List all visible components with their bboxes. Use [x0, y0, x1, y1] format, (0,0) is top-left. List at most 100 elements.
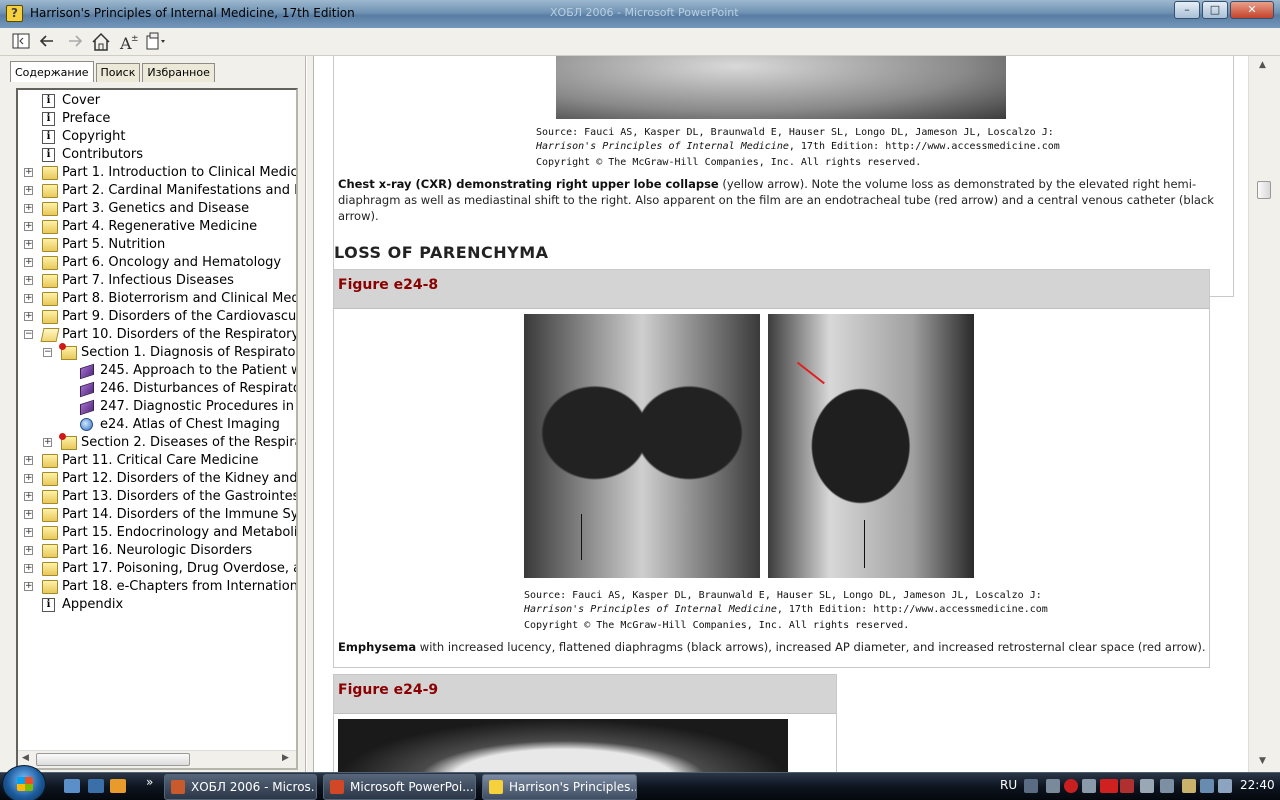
tree-item[interactable]: + Part 18. e-Chapters from International …	[18, 578, 296, 596]
pane-splitter[interactable]	[306, 56, 314, 772]
expand-icon[interactable]: +	[24, 582, 33, 591]
taskbar-button[interactable]: ХОБЛ 2006 - Micros...	[164, 774, 317, 800]
expand-icon[interactable]: +	[24, 546, 33, 555]
tree-item[interactable]: + Part 6. Oncology and Hematology	[18, 254, 296, 272]
forward-icon[interactable]	[64, 31, 86, 53]
expand-icon[interactable]: +	[24, 258, 33, 267]
scroll-up-icon[interactable]: ▲	[1259, 60, 1266, 70]
options-icon[interactable]	[144, 31, 166, 53]
taskbar-button[interactable]: Harrison's Principles...	[482, 774, 637, 800]
collapse-icon[interactable]: −	[43, 348, 52, 357]
battery-icon[interactable]	[1182, 779, 1196, 793]
tree-item[interactable]: + Part 3. Genetics and Disease	[18, 200, 296, 218]
expand-icon[interactable]: +	[24, 456, 33, 465]
tree-item[interactable]: + Part 9. Disorders of the Cardiovascular…	[18, 308, 296, 326]
expand-icon[interactable]: +	[24, 564, 33, 573]
expand-icon[interactable]: +	[24, 492, 33, 501]
expand-icon[interactable]: +	[24, 204, 33, 213]
language-bar-icon[interactable]	[1024, 779, 1038, 793]
expand-icon[interactable]: +	[43, 438, 52, 447]
collapse-icon[interactable]: −	[24, 330, 33, 339]
start-button[interactable]	[2, 765, 46, 800]
media-player-icon[interactable]	[110, 779, 126, 793]
scroll-left-icon[interactable]: ◀	[22, 753, 29, 763]
figure-source-line1: Source: Fauci AS, Kasper DL, Braunwald E…	[524, 590, 1042, 601]
expand-icon[interactable]: +	[24, 276, 33, 285]
tree-item-label: Part 17. Poisoning, Drug Overdose, and E…	[62, 561, 296, 576]
tree-item[interactable]: i Cover	[18, 92, 296, 110]
scroll-right-icon[interactable]: ▶	[282, 753, 289, 763]
tree-item[interactable]: + Part 5. Nutrition	[18, 236, 296, 254]
tree-item[interactable]: − Part 10. Disorders of the Respiratory S…	[18, 326, 296, 344]
tray-icon[interactable]	[1160, 779, 1174, 793]
home-icon[interactable]	[90, 31, 112, 53]
tree-item[interactable]: + Part 7. Infectious Diseases	[18, 272, 296, 290]
expand-icon[interactable]: +	[24, 312, 33, 321]
expand-icon[interactable]: +	[24, 168, 33, 177]
tab-search[interactable]: Поиск	[95, 63, 141, 82]
tree-item[interactable]: + Part 16. Neurologic Disorders	[18, 542, 296, 560]
tree-item-label: Part 18. e-Chapters from International A…	[62, 579, 296, 594]
figure-caption: Chest x-ray (CXR) demonstrating right up…	[338, 177, 1214, 223]
hide-pane-icon[interactable]	[10, 31, 32, 53]
tree-item[interactable]: + Part 17. Poisoning, Drug Overdose, and …	[18, 560, 296, 578]
maximize-button[interactable]: □	[1202, 1, 1228, 19]
tree-item[interactable]: + Part 2. Cardinal Manifestations and Pre…	[18, 182, 296, 200]
expand-icon[interactable]: +	[24, 474, 33, 483]
expand-icon[interactable]: +	[24, 186, 33, 195]
tray-icon[interactable]	[1046, 779, 1060, 793]
expand-icon[interactable]: +	[24, 528, 33, 537]
expand-icon[interactable]: +	[24, 240, 33, 249]
tree-item[interactable]: i Appendix	[18, 596, 296, 614]
tree-item[interactable]: + Part 13. Disorders of the Gastrointesti…	[18, 488, 296, 506]
tree-item[interactable]: + Part 4. Regenerative Medicine	[18, 218, 296, 236]
tree-item[interactable]: 245. Approach to the Patient with Diseas…	[18, 362, 296, 380]
font-size-icon[interactable]: A ±	[118, 31, 140, 53]
tray-icon[interactable]	[1140, 779, 1154, 793]
figure-title: Figure e24-8	[338, 277, 439, 293]
back-icon[interactable]	[36, 31, 58, 53]
folder-icon	[42, 202, 58, 216]
scroll-down-icon[interactable]: ▼	[1259, 756, 1266, 766]
content-scroll-thumb[interactable]	[1257, 181, 1271, 199]
tree-item-label: Part 7. Infectious Diseases	[62, 273, 234, 288]
tree-item[interactable]: i Preface	[18, 110, 296, 128]
tree-scroll-thumb[interactable]	[36, 753, 190, 766]
tree-item[interactable]: + Part 12. Disorders of the Kidney and Ur…	[18, 470, 296, 488]
taskbar-button[interactable]: Microsoft PowerPoi...	[323, 774, 476, 800]
expand-icon[interactable]: +	[24, 222, 33, 231]
tree-item[interactable]: i Contributors	[18, 146, 296, 164]
network-icon[interactable]	[1200, 779, 1214, 793]
expand-icon[interactable]: +	[24, 294, 33, 303]
tray-icon[interactable]	[1100, 779, 1118, 793]
tree-item[interactable]: + Part 11. Critical Care Medicine	[18, 452, 296, 470]
tree-horizontal-scrollbar[interactable]: ◀ ▶	[18, 750, 296, 768]
clock[interactable]: 22:40	[1240, 778, 1275, 792]
tree-item[interactable]: i Copyright	[18, 128, 296, 146]
tray-icon[interactable]	[1082, 779, 1096, 793]
tree-item[interactable]: + Part 8. Bioterrorism and Clinical Medic…	[18, 290, 296, 308]
switch-windows-icon[interactable]	[88, 779, 104, 793]
tray-icon[interactable]	[1120, 779, 1134, 793]
volume-icon[interactable]	[1218, 779, 1232, 793]
content-vertical-scrollbar[interactable]: ▲ ▼	[1248, 56, 1280, 772]
tab-contents[interactable]: Содержание	[10, 61, 94, 82]
close-button[interactable]: ✕	[1230, 1, 1274, 19]
tree-item[interactable]: + Part 15. Endocrinology and Metabolism	[18, 524, 296, 542]
tree-item-label: e24. Atlas of Chest Imaging	[100, 417, 280, 432]
app-icon	[330, 780, 344, 794]
language-indicator[interactable]: RU	[1000, 778, 1017, 792]
tree-item[interactable]: 247. Diagnostic Procedures in Respirator…	[18, 398, 296, 416]
show-desktop-icon[interactable]	[64, 779, 80, 793]
tab-favorites[interactable]: Избранное	[142, 63, 215, 82]
tree-item[interactable]: + Section 2. Diseases of the Respiratory …	[18, 433, 296, 452]
tree-item[interactable]: 246. Disturbances of Respiratory Functio…	[18, 380, 296, 398]
tree-item[interactable]: e24. Atlas of Chest Imaging	[18, 416, 296, 434]
minimize-button[interactable]: –	[1174, 1, 1200, 19]
tree-item[interactable]: − Section 1. Diagnosis of Respiratory Dis…	[18, 343, 296, 362]
quicklaunch-more-icon[interactable]: »	[146, 775, 153, 789]
tree-item[interactable]: + Part 1. Introduction to Clinical Medici…	[18, 164, 296, 182]
antivirus-icon[interactable]	[1064, 779, 1078, 793]
tree-item[interactable]: + Part 14. Disorders of the Immune System	[18, 506, 296, 524]
expand-icon[interactable]: +	[24, 510, 33, 519]
